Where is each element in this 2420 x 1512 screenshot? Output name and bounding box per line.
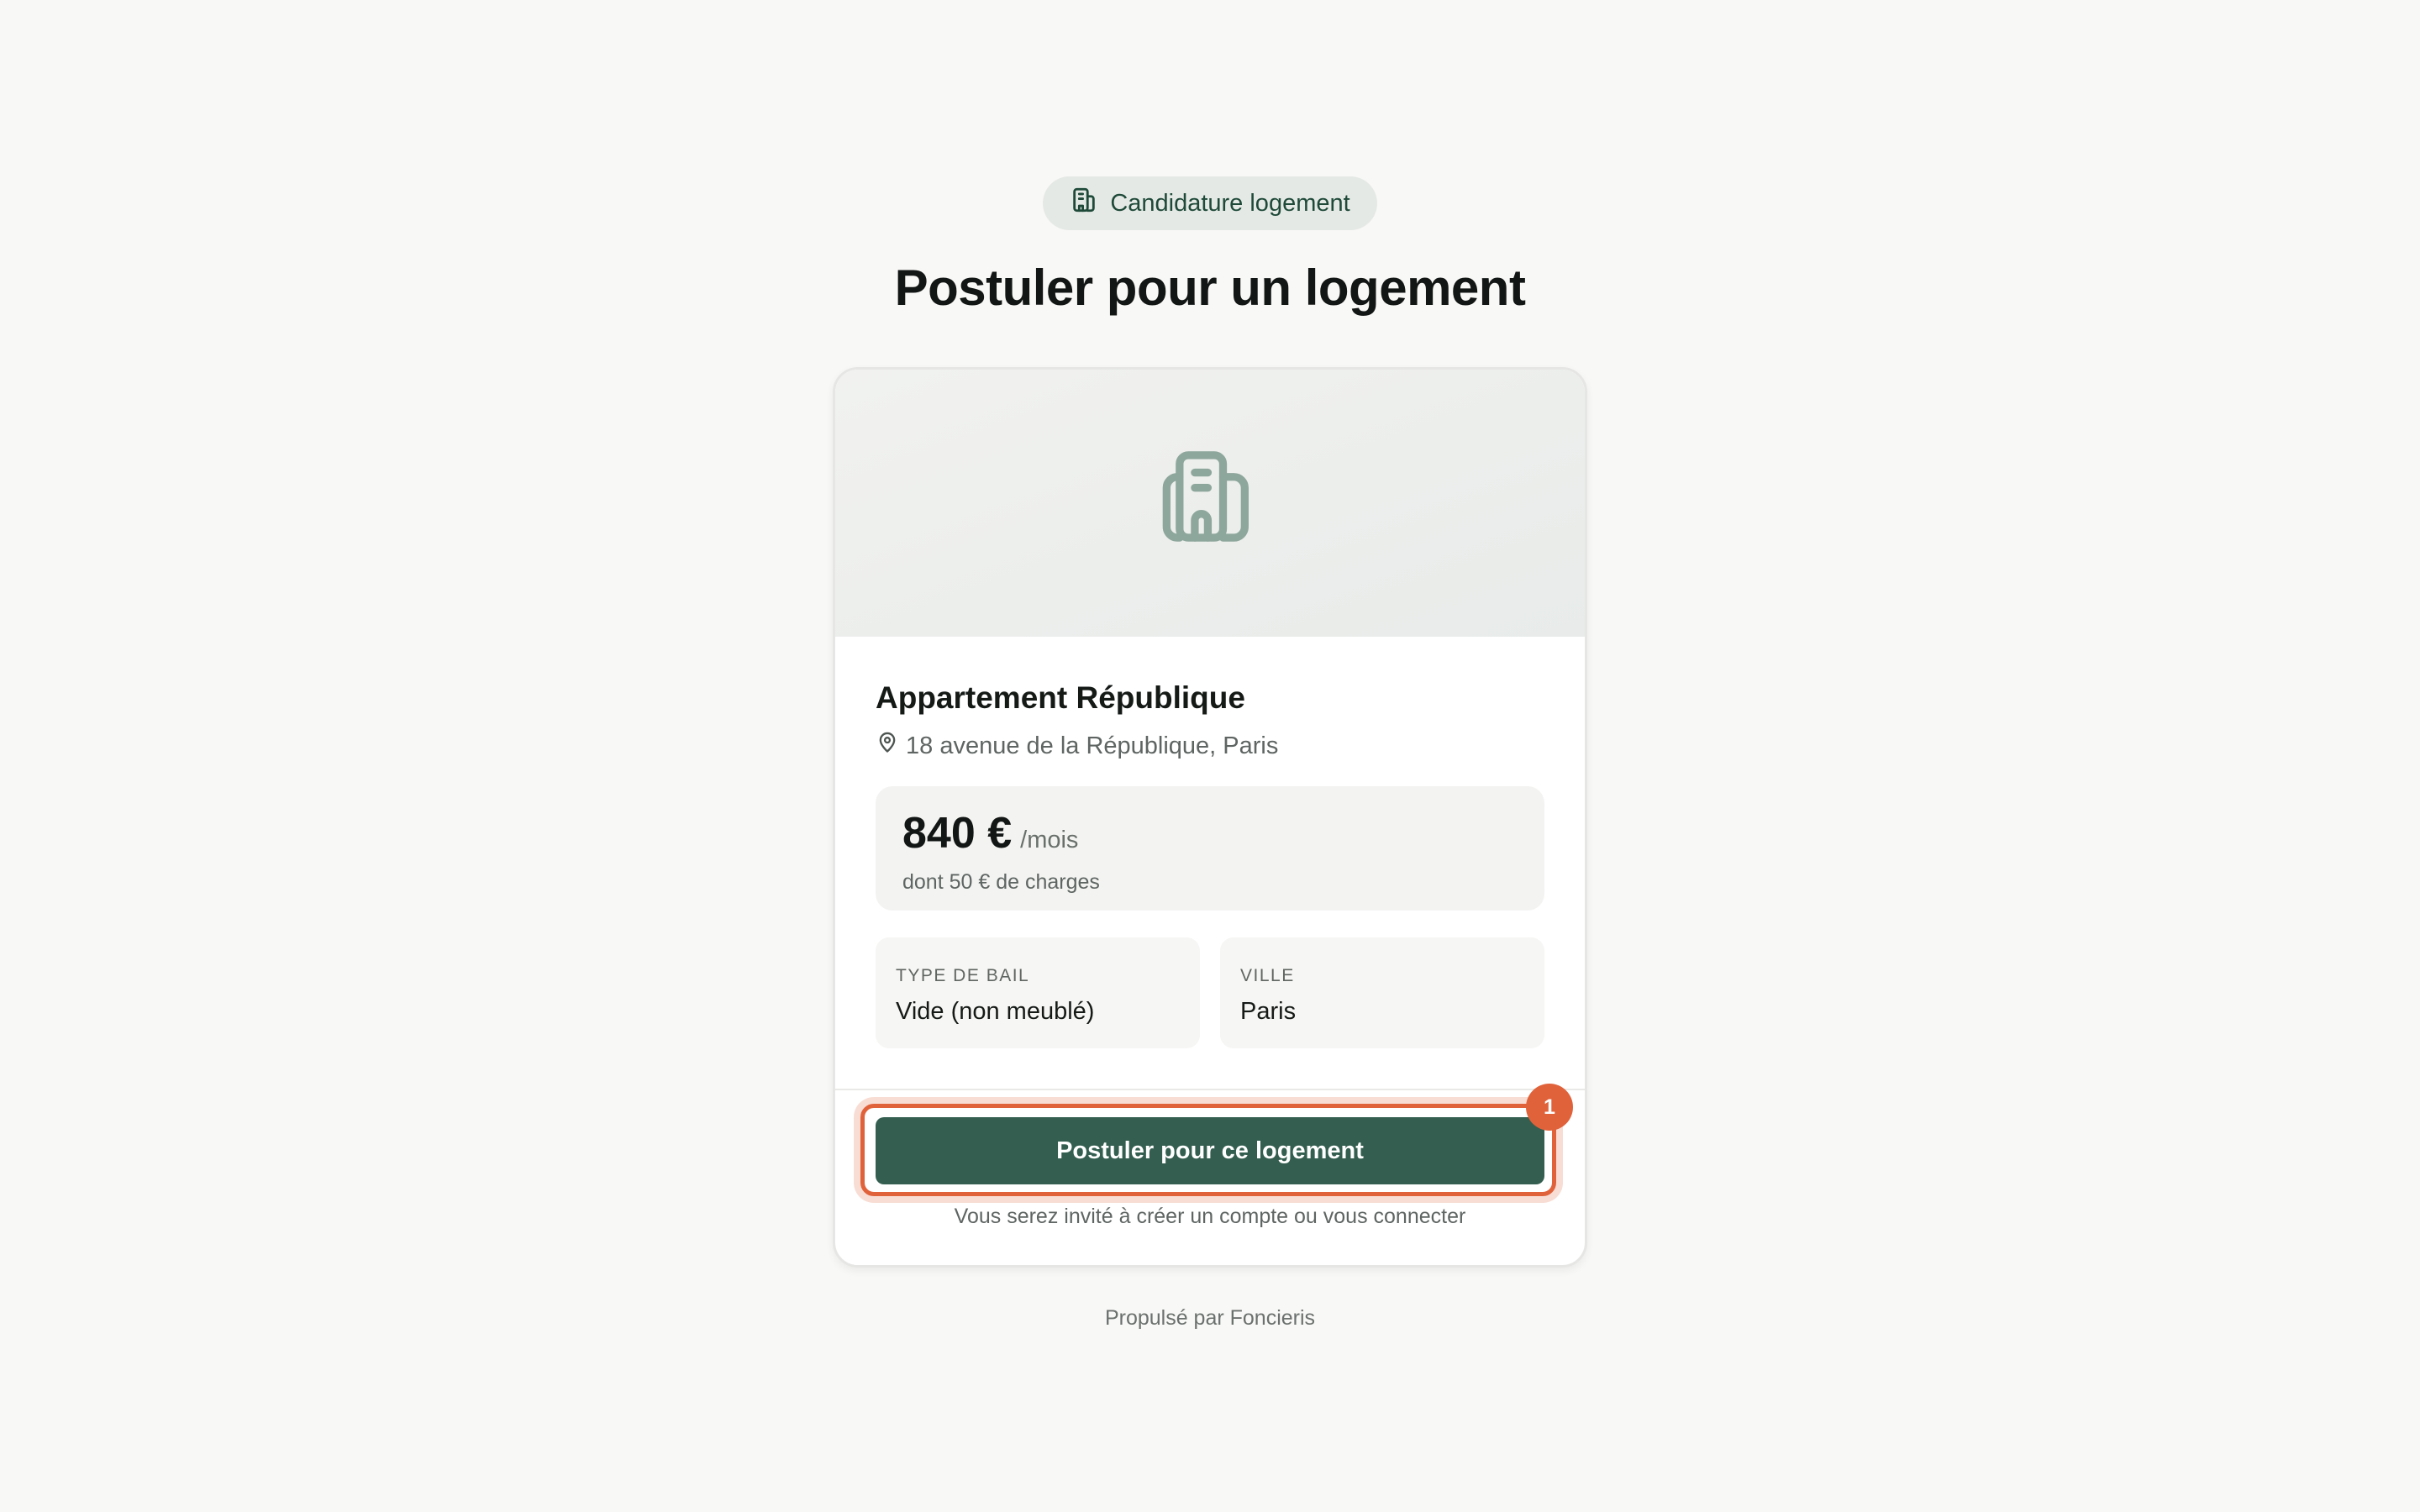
fact-label: VILLE — [1240, 966, 1295, 985]
fact-label: TYPE DE BAIL — [896, 966, 1030, 985]
map-pin-icon — [876, 731, 899, 761]
charges-note: dont 50 € de charges — [902, 870, 1100, 894]
property-image-placeholder — [835, 370, 1585, 637]
property-card: Appartement République 18 avenue de la R… — [833, 367, 1587, 1268]
fact-lease-type: TYPE DE BAIL Vide (non meublé) — [876, 937, 1200, 1048]
property-address: 18 avenue de la République, Paris — [876, 731, 1544, 761]
page-title: Postuler pour un logement — [894, 260, 1526, 316]
cta-section: Postuler pour ce logement 1 Vous serez i… — [835, 1084, 1585, 1229]
category-badge: Candidature logement — [1043, 176, 1377, 230]
fact-value: Paris — [1240, 998, 1297, 1025]
building-icon — [1158, 450, 1262, 553]
property-name: Appartement République — [876, 680, 1245, 715]
login-hint: Vous serez invité à créer un compte ou v… — [954, 1205, 1466, 1228]
badge-label: Candidature logement — [1110, 189, 1350, 217]
page: Candidature logement Postuler pour un lo… — [0, 0, 2420, 1512]
apply-button[interactable]: Postuler pour ce logement — [876, 1117, 1544, 1184]
price-box: 840 € /mois dont 50 € de charges — [876, 786, 1544, 911]
powered-by-footer: Propulsé par Foncieris — [1104, 1306, 1316, 1330]
property-facts: TYPE DE BAIL Vide (non meublé) VILLE Par… — [876, 937, 1544, 1048]
fact-value: Vide (non meublé) — [896, 998, 1095, 1025]
rent-price: 840 € — [902, 809, 1013, 858]
step-marker-badge: 1 — [1526, 1084, 1573, 1131]
address-text: 18 avenue de la République, Paris — [906, 732, 1279, 759]
rent-period: /mois — [1020, 827, 1079, 853]
property-details: Appartement République 18 avenue de la R… — [835, 680, 1585, 1048]
fact-city: VILLE Paris — [1220, 937, 1544, 1048]
building-icon — [1070, 186, 1098, 221]
